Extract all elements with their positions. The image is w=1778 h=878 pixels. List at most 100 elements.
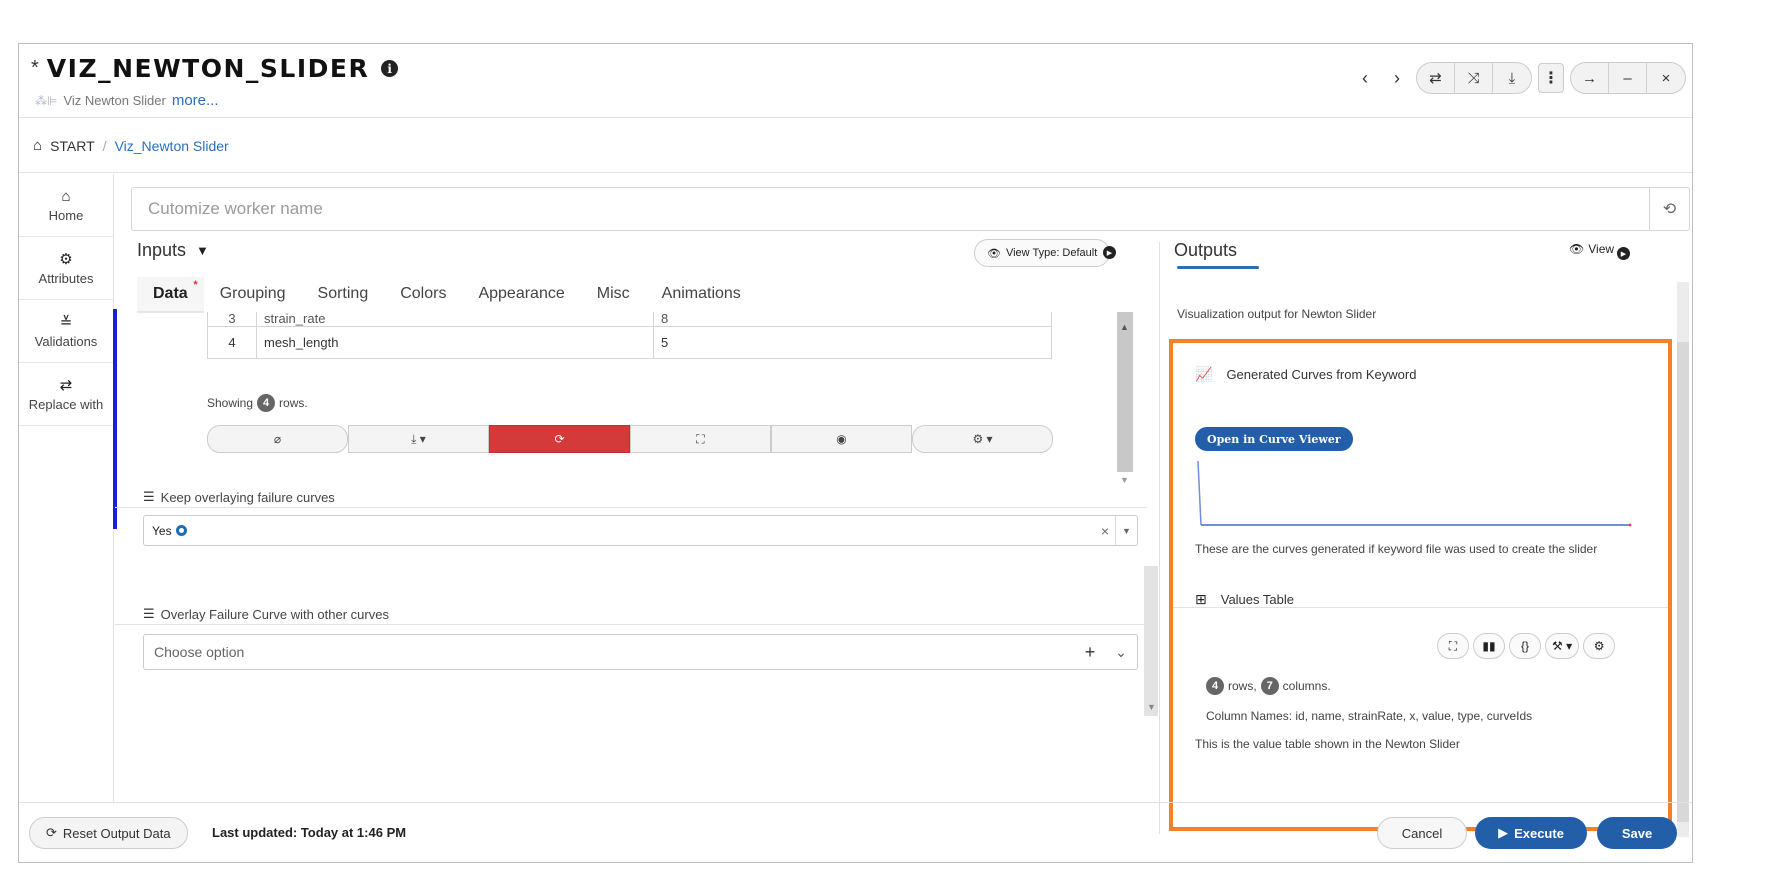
overlay-with-select[interactable]: Choose option + ⌄ <box>143 634 1138 670</box>
data-table-area: 3 strain_rate 8 4 mesh_length 5 Showing … <box>115 312 1145 507</box>
sidebar-item-replace-with[interactable]: ⇄ Replace with <box>19 363 113 426</box>
attach-button[interactable]: ⌀ <box>207 425 348 453</box>
tab-sorting[interactable]: Sorting <box>302 277 385 313</box>
rows-label: rows, <box>1228 679 1257 693</box>
scroll-up-icon[interactable]: ▲ <box>1120 322 1129 332</box>
add-icon[interactable]: + <box>1075 642 1105 663</box>
json-button[interactable]: {} <box>1509 633 1541 659</box>
scroll-thumb[interactable] <box>1677 342 1689 822</box>
showing-rows-text: Showing 4 rows. <box>207 394 308 412</box>
swap-icon[interactable]: ⇄ <box>1417 63 1455 93</box>
scroll-down-icon[interactable]: ▼ <box>1147 702 1156 712</box>
table-row[interactable]: 4 mesh_length 5 <box>207 326 1052 359</box>
table-row[interactable]: 3 strain_rate 8 <box>207 312 1052 327</box>
inputs-scrollbar[interactable]: ▼ <box>1144 566 1158 716</box>
sidebar-item-validations[interactable]: ≚ Validations <box>19 300 113 363</box>
forward-icon[interactable]: → <box>1571 63 1609 93</box>
expand-button[interactable]: ⛶ <box>1437 633 1469 659</box>
breadcrumb-start[interactable]: START <box>50 138 95 154</box>
window-controls: ‹ › ⇄ ⤨ ⤓ ⋮ → – × <box>1352 62 1686 94</box>
reset-label: Reset Output Data <box>62 825 171 841</box>
tab-animations[interactable]: Animations <box>646 277 757 313</box>
tab-data[interactable]: Data * <box>137 277 204 313</box>
scroll-track[interactable] <box>1117 312 1133 472</box>
bar-chart-button[interactable]: ▮▮ <box>1473 633 1505 659</box>
select-placeholder: Choose option <box>154 644 245 660</box>
inputs-title: Inputs <box>137 240 187 260</box>
breadcrumb-current[interactable]: Viz_Newton Slider <box>115 138 229 154</box>
minimize-icon[interactable]: – <box>1609 63 1647 93</box>
highlight-box <box>1169 339 1672 831</box>
required-asterisk: * <box>193 279 198 291</box>
info-icon[interactable]: i <box>381 60 399 77</box>
play-circle-icon[interactable]: ▶ <box>1103 246 1116 259</box>
preview-button[interactable]: ◉ <box>771 425 912 453</box>
chevron-down-icon[interactable]: ⌄ <box>1105 644 1137 661</box>
kebab-menu-icon[interactable]: ⋮ <box>1538 63 1564 93</box>
keep-overlay-label: ☰ Keep overlaying failure curves <box>143 489 335 505</box>
expand-button[interactable]: ⛶ <box>630 425 771 453</box>
close-icon[interactable]: × <box>1647 63 1685 93</box>
shuffle-icon[interactable]: ⤨ <box>1455 63 1493 93</box>
save-button[interactable]: Save <box>1597 817 1677 849</box>
sidebar-item-label: Home <box>48 207 84 223</box>
data-scrollbar[interactable]: ▲ ▼ <box>1109 312 1137 487</box>
tab-grouping[interactable]: Grouping <box>204 277 302 313</box>
showing-prefix: Showing <box>207 396 254 410</box>
curve-spike <box>1197 460 1202 526</box>
filter-icon[interactable]: ▼ <box>196 243 209 258</box>
row-name[interactable]: strain_rate <box>256 312 654 327</box>
tab-colors[interactable]: Colors <box>384 277 462 313</box>
app-title: VIZ_NEWTON_SLIDER <box>46 54 370 83</box>
divider <box>115 507 1147 508</box>
prev-arrow-icon[interactable]: ‹ <box>1352 63 1378 93</box>
play-circle-icon: ▶ <box>1498 825 1509 840</box>
action-button-group: ⇄ ⤨ ⤓ <box>1416 62 1532 94</box>
dropdown-arrow-icon[interactable]: ▼ <box>1115 516 1137 545</box>
view-type-button[interactable]: 👁 View Type: Default <box>974 239 1111 267</box>
slider-app-icon: ⁂⊫ <box>35 93 58 108</box>
execute-button[interactable]: ▶ Execute <box>1475 817 1587 849</box>
settings-button[interactable]: ⚙ <box>1583 633 1616 659</box>
open-curve-viewer-button[interactable]: Open in Curve Viewer <box>1195 427 1353 451</box>
next-arrow-icon[interactable]: › <box>1384 63 1410 93</box>
curves-card-title: 📈 Generated Curves from Keyword <box>1195 366 1416 383</box>
outputs-scrollbar[interactable] <box>1677 282 1689 837</box>
line-chart-icon: 📈 <box>1195 366 1213 382</box>
keep-overlay-select[interactable]: Yes × ▼ <box>143 515 1138 546</box>
reload-button[interactable]: ⟳ <box>489 425 630 453</box>
breadcrumb: ⌂ START / Viz_Newton Slider <box>19 119 1692 173</box>
breadcrumb-separator: / <box>102 137 107 154</box>
sidebar-item-attributes[interactable]: ⚙ Attributes <box>19 237 113 300</box>
settings-dropdown-button[interactable]: ⚙ ▾ <box>912 425 1053 453</box>
select-value-text: Yes <box>152 523 172 538</box>
sidebar-item-home[interactable]: ⌂ Home <box>19 174 113 237</box>
inputs-header[interactable]: Inputs ▼ <box>137 240 209 261</box>
row-value[interactable]: 8 <box>653 312 1052 327</box>
more-link[interactable]: more... <box>172 92 219 109</box>
refresh-icon[interactable]: ⟲ <box>1649 188 1689 230</box>
cancel-button[interactable]: Cancel <box>1377 817 1467 849</box>
reset-output-button[interactable]: ⟳ Reset Output Data <box>29 817 188 849</box>
tab-misc[interactable]: Misc <box>581 277 646 313</box>
table-icon: ⊞ <box>1195 591 1207 607</box>
worker-name-input[interactable] <box>132 188 1649 230</box>
outputs-view-button[interactable]: 👁 View <box>1569 242 1614 256</box>
columns-count-badge: 7 <box>1260 677 1279 695</box>
select-value: Yes <box>144 524 1095 538</box>
download-dropdown-button[interactable]: ⤓ ▾ <box>348 425 489 453</box>
play-circle-icon[interactable]: ▶ <box>1617 247 1630 260</box>
clear-icon[interactable]: × <box>1095 523 1115 539</box>
tab-appearance[interactable]: Appearance <box>462 277 580 313</box>
tools-dropdown-button[interactable]: ⚒ ▾ <box>1545 633 1580 659</box>
scroll-down-icon[interactable]: ▼ <box>1120 475 1129 485</box>
inputs-tabs: Data * Grouping Sorting Colors Appearance… <box>137 277 757 313</box>
sidebar-item-label: Validations <box>34 334 98 349</box>
values-card-note: This is the value table shown in the New… <box>1195 737 1460 751</box>
row-name[interactable]: mesh_length <box>256 326 654 359</box>
home-icon[interactable]: ⌂ <box>33 137 42 154</box>
view-type-label: View Type: Default <box>1005 247 1098 259</box>
download-icon[interactable]: ⤓ <box>1493 63 1531 93</box>
title-row: * VIZ_NEWTON_SLIDER i <box>31 54 399 83</box>
row-value[interactable]: 5 <box>653 326 1052 359</box>
